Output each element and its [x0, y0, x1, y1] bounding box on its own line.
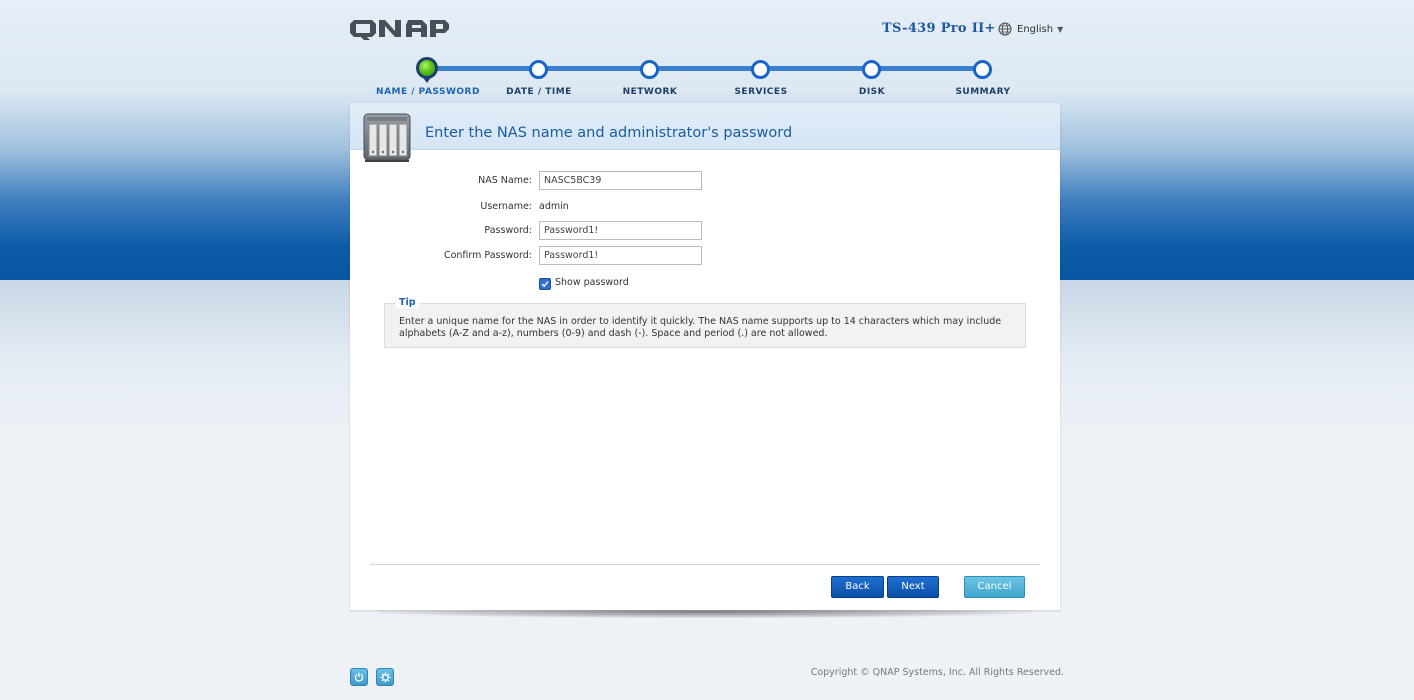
settings-icon [380, 672, 390, 682]
step-marker-summary [973, 60, 992, 79]
tip-box: Enter a unique name for the NAS in order… [384, 303, 1026, 348]
nas-name-label: NAS Name: [478, 175, 532, 186]
username-row: Username: admin [350, 197, 1060, 217]
checkmark-icon [541, 281, 549, 288]
globe-icon [998, 22, 1012, 36]
copyright-text: Copyright © QNAP Systems, Inc. All Right… [810, 667, 1064, 678]
password-input[interactable] [539, 221, 702, 240]
chevron-down-icon: ▼ [1057, 24, 1064, 34]
language-label: English [1017, 23, 1054, 35]
cancel-button[interactable]: Cancel [964, 576, 1025, 598]
next-button[interactable]: Next [887, 576, 939, 598]
settings-button[interactable] [376, 668, 394, 686]
show-password-toggle[interactable]: Show password [539, 275, 629, 290]
wizard-panel: Enter the NAS name and administrator's p… [350, 103, 1060, 610]
confirm-password-label: Confirm Password: [443, 250, 532, 261]
show-password-label: Show password [555, 277, 629, 288]
step-marker-services [751, 60, 770, 79]
footer-divider [370, 564, 1040, 565]
show-password-checkbox[interactable] [539, 278, 551, 290]
step-marker-network [640, 60, 659, 79]
nas-name-input[interactable] [539, 171, 702, 190]
language-selector[interactable]: English ▼ [998, 21, 1063, 37]
password-label: Password: [484, 225, 532, 236]
tip-text: Enter a unique name for the NAS in order… [399, 316, 1002, 339]
wizard-progress-line [428, 66, 984, 71]
step-marker-pointer [422, 76, 432, 83]
panel-title: Enter the NAS name and administrator's p… [425, 125, 793, 141]
step-marker-disk [862, 60, 881, 79]
username-label: Username: [480, 201, 532, 212]
qnap-logo [350, 20, 449, 40]
step-marker-date-time [529, 60, 548, 79]
step-label-summary: SUMMARY [955, 87, 1011, 97]
tip-title: Tip [396, 297, 419, 308]
nas-name-row: NAS Name: [350, 171, 1060, 191]
back-button[interactable]: Back [831, 576, 884, 598]
password-row: Password: [350, 221, 1060, 241]
confirm-password-row: Confirm Password: [350, 246, 1060, 266]
username-value: admin [539, 201, 569, 212]
nas-device-icon [363, 113, 411, 162]
confirm-password-input[interactable] [539, 246, 702, 265]
nas-model: TS-439 Pro II+ [882, 21, 996, 36]
power-icon [354, 672, 364, 682]
power-button[interactable] [350, 668, 368, 686]
